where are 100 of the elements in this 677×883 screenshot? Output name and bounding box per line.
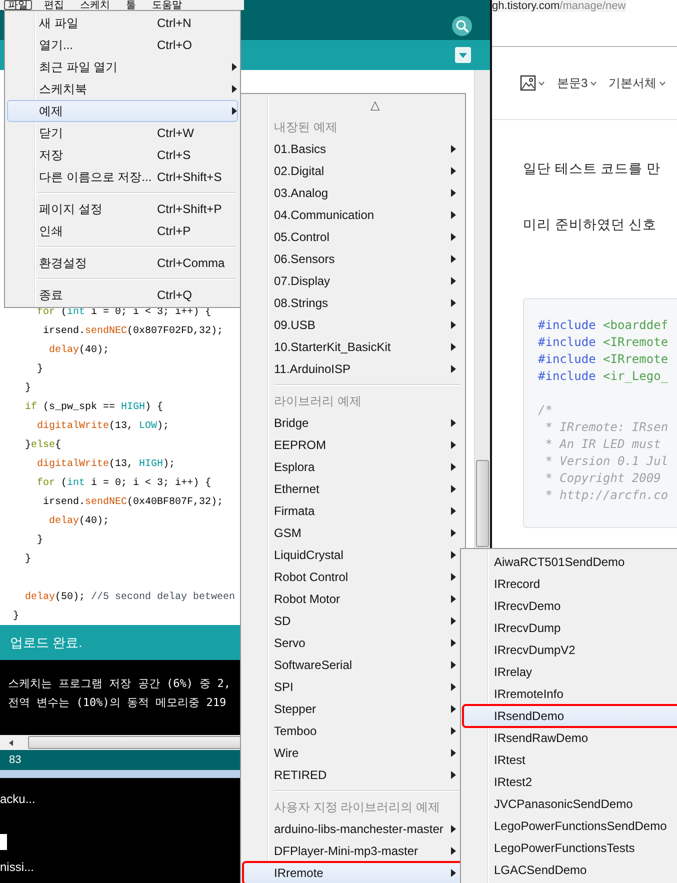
menu-item[interactable]: AiwaRCT501SendDemo — [463, 551, 677, 573]
submenu-arrow-icon — [451, 771, 456, 779]
menu-item[interactable]: IRremoteInfo — [463, 683, 677, 705]
menu-item[interactable]: 04.Communication — [243, 204, 463, 226]
menu-item[interactable]: EEPROM — [243, 434, 463, 456]
menu-item[interactable]: Robot Motor — [243, 588, 463, 610]
menu-item[interactable]: SPI — [243, 676, 463, 698]
menu-item[interactable]: 01.Basics — [243, 138, 463, 160]
menu-item[interactable]: IRremote — [243, 862, 463, 883]
code-line: /* — [538, 402, 552, 419]
menu-item[interactable]: LegoPowerFunctionsTests — [463, 837, 677, 859]
menu-item[interactable]: DFPlayer-Mini-mp3-master — [243, 840, 463, 862]
menu-item[interactable]: LGACSendDemo — [463, 859, 677, 881]
menu-item[interactable]: IRsendDemo — [463, 705, 677, 727]
menu-item[interactable]: Ethernet — [243, 478, 463, 500]
menu-item[interactable]: IRrelay — [463, 661, 677, 683]
submenu-arrow-icon — [451, 211, 456, 219]
scroll-thumb[interactable] — [476, 460, 489, 547]
menu-item[interactable]: 스케치북 — [7, 78, 238, 100]
menu-item[interactable]: 예제 — [7, 100, 238, 122]
code-line: } — [13, 610, 20, 624]
menu-item[interactable]: 열기... Ctrl+O — [7, 34, 238, 56]
submenu-arrow-icon — [451, 573, 456, 581]
menu-item[interactable]: 툴 — [122, 0, 140, 10]
menu-item[interactable]: GSM — [243, 522, 463, 544]
menu-item[interactable]: 도움말 — [148, 0, 186, 10]
search-icon[interactable] — [451, 15, 473, 37]
menu-item[interactable]: SoftwareSerial — [243, 654, 463, 676]
submenu-arrow-icon — [451, 847, 456, 855]
submenu-arrow-icon — [451, 365, 456, 373]
menu-item[interactable]: Esplora — [243, 456, 463, 478]
menu-item[interactable]: 05.Control — [243, 226, 463, 248]
submenu-arrow-icon — [451, 145, 456, 153]
submenu-arrow-icon — [451, 299, 456, 307]
menu-item[interactable]: 편집 — [40, 0, 68, 10]
menu-item[interactable]: 02.Digital — [243, 160, 463, 182]
code-line: irsend.sendNEC(0x40BF807F,32); — [42, 496, 224, 510]
menu-item[interactable]: IRtest — [463, 749, 677, 771]
code-line: if (s_pw_spk == HIGH) { — [24, 400, 164, 415]
menu-item[interactable]: 닫기 Ctrl+W — [7, 122, 238, 144]
menu-item[interactable]: SD — [243, 610, 463, 632]
menu-item[interactable]: 09.USB — [243, 314, 463, 336]
menu-item[interactable]: IRrecvDumpV2 — [463, 639, 677, 661]
submenu-arrow-icon — [451, 727, 456, 735]
submenu-arrow-icon — [451, 233, 456, 241]
menu-item[interactable]: 10.StarterKit_BasicKit — [243, 336, 463, 358]
menu-item[interactable]: IRtest2 — [463, 771, 677, 793]
code-line: } — [24, 552, 32, 567]
code-line: * Copyright 2009 — [544, 470, 661, 487]
code-line: * IRremote: IRsen — [544, 419, 668, 436]
menu-item[interactable]: LiquidCrystal — [243, 544, 463, 566]
menu-item[interactable]: RETIRED — [243, 764, 463, 786]
menu-item[interactable]: 스케치 — [76, 0, 114, 10]
code-line: delay(50); //5 second delay between — [24, 590, 236, 605]
menu-item[interactable]: 저장 Ctrl+S — [7, 144, 238, 166]
menu-item[interactable]: 새 파일 Ctrl+N — [7, 12, 238, 34]
menu-item[interactable]: Servo — [243, 632, 463, 654]
terminal-text: acku... — [0, 792, 36, 806]
code-line: * An IR LED must — [544, 436, 661, 453]
image-insert-button[interactable] — [520, 75, 545, 91]
console-line: 전역 변수는 (10%)의 동적 메모리중 219 — [8, 695, 226, 711]
menu-item[interactable]: JVCPanasonicSendDemo — [463, 793, 677, 815]
menu-item[interactable]: Wire — [243, 742, 463, 764]
menu-item[interactable]: Stepper — [243, 698, 463, 720]
menu-item[interactable]: LegoPowerFunctionsSendDemo — [463, 815, 677, 837]
submenu-arrow-icon — [451, 639, 456, 647]
menu-item[interactable]: 다른 이름으로 저장... Ctrl+Shift+S — [7, 166, 238, 188]
menu-item[interactable]: 환경설정 Ctrl+Comma — [7, 252, 238, 274]
menu-item[interactable]: Robot Control — [243, 566, 463, 588]
scroll-up-arrow[interactable]: △ — [370, 98, 380, 112]
menu-item[interactable]: 종료 Ctrl+Q — [7, 284, 238, 306]
menu-item[interactable]: 07.Display — [243, 270, 463, 292]
menu-item[interactable]: IRrecvDemo — [463, 595, 677, 617]
menu-item[interactable]: Temboo — [243, 720, 463, 742]
code-line: }else{ — [24, 438, 62, 453]
menu-item[interactable]: 06.Sensors — [243, 248, 463, 270]
menu-item[interactable]: Firmata — [243, 500, 463, 522]
code-line: digitalWrite(13, LOW); — [36, 420, 170, 434]
dropdown-icon[interactable] — [455, 47, 471, 63]
menu-item[interactable]: 03.Analog — [243, 182, 463, 204]
submenu-arrow-icon — [451, 617, 456, 625]
menu-item[interactable]: IRrecvDump — [463, 617, 677, 639]
dropdown-button[interactable]: 기본서체 — [608, 74, 666, 92]
terminal-text: nissi... — [0, 860, 34, 874]
menu-item[interactable]: 08.Strings — [243, 292, 463, 314]
code-line: } — [36, 534, 44, 548]
code-line: } — [36, 362, 44, 377]
code-line: #include <ir_Lego_ — [538, 368, 668, 385]
menu-item[interactable]: arduino-libs-manchester-master — [243, 818, 463, 840]
dropdown-button[interactable]: 본문3 — [557, 74, 597, 92]
menu-item[interactable]: 페이지 설정 Ctrl+Shift+P — [7, 198, 238, 220]
menu-item[interactable]: 최근 파일 열기 — [7, 56, 238, 78]
menu-item[interactable]: Bridge — [243, 412, 463, 434]
menu-item[interactable]: IRrecord — [463, 573, 677, 595]
submenu-arrow-icon — [451, 419, 456, 427]
console-line: 스케치는 프로그램 저장 공간 (6%) 중 2, — [8, 676, 230, 692]
address-bar[interactable]: gh.tistory.com/manage/new — [492, 0, 626, 12]
menu-item[interactable]: IRsendRawDemo — [463, 727, 677, 749]
menu-item[interactable]: 인쇄 Ctrl+P — [7, 220, 238, 242]
menu-item[interactable]: 11.ArduinoISP — [243, 358, 463, 380]
